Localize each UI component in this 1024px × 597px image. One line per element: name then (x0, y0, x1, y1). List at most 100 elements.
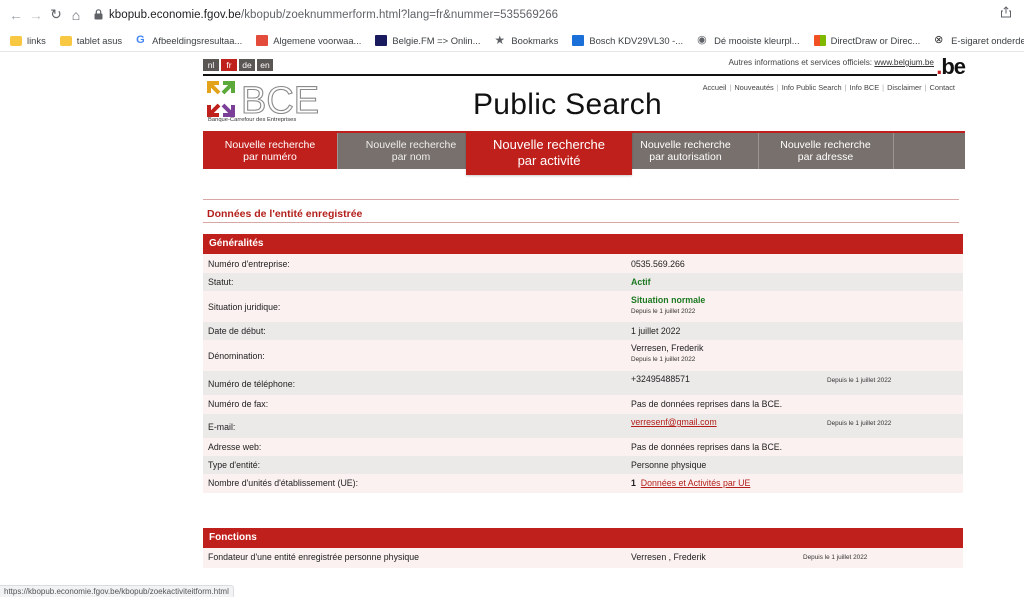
tab-par-autorisation[interactable]: Nouvelle recherche par autorisation (623, 135, 748, 167)
search-tabs: Nouvelle recherche par numéro Nouvelle re… (203, 131, 965, 175)
bookmark-label: links (27, 35, 46, 46)
email-link[interactable]: verresenf@gmail.com (631, 417, 717, 427)
table-row: Statut: Actif (203, 273, 963, 291)
star-icon: ★ (494, 33, 506, 47)
row-label: Type d'entité: (208, 460, 261, 470)
enterprise-number: 0535.569.266 (631, 259, 685, 269)
tab-line2: par activité (517, 153, 581, 168)
fax-value: Pas de données reprises dans la BCE. (631, 399, 783, 409)
bookmark-label: DirectDraw or Direc... (830, 35, 921, 46)
units-activities-link[interactable]: Données et Activités par UE (641, 478, 751, 488)
lock-icon[interactable] (94, 9, 103, 21)
share-icon[interactable] (1000, 6, 1012, 20)
tab-par-adresse[interactable]: Nouvelle recherche par adresse (758, 135, 893, 167)
row-label: Numéro d'entreprise: (208, 259, 290, 269)
tab-line2: par numéro (243, 151, 297, 163)
bookmark-e-sigaret[interactable]: ⊗ E-sigaret onderdele... (934, 34, 1024, 47)
table-row: Type d'entité: Personne physique (203, 456, 963, 474)
address-bar[interactable]: kbopub.economie.fgov.be/kbopub/zoeknumme… (109, 9, 558, 21)
microsoft-icon (813, 35, 826, 46)
bosch-icon (572, 35, 585, 46)
start-date-value: 1 juillet 2022 (631, 326, 681, 336)
founder-name: Verresen , Frederik (631, 552, 706, 562)
forward-arrow-icon[interactable]: → (26, 5, 46, 25)
back-arrow-icon[interactable]: ← (6, 5, 26, 25)
bce-logo-text: BCE (241, 81, 319, 119)
tab-line1: Nouvelle recherche (224, 139, 316, 151)
bookmark-algemene-voorwaarden[interactable]: Algemene voorwaa... (256, 35, 361, 46)
reload-icon[interactable]: ↻ (46, 5, 66, 25)
url-host: kbopub.economie.fgov.be (109, 8, 242, 21)
bookmark-tablet-asus[interactable]: tablet asus (59, 35, 123, 46)
bookmark-label: Dé mooiste kleurpl... (714, 35, 800, 46)
section-rule-top (203, 199, 959, 200)
row-label: Date de début: (208, 326, 266, 336)
belgium-link[interactable]: www.belgium.be (874, 58, 934, 67)
link-contact[interactable]: Contact (930, 83, 955, 92)
table-row: Dénomination: Verresen, Frederik Depuis … (203, 340, 963, 371)
row-label: Statut: (208, 277, 234, 287)
tab-line2: par adresse (797, 151, 854, 163)
home-icon[interactable]: ⌂ (66, 5, 86, 25)
section-title: Données de l'entité enregistrée (207, 208, 363, 220)
bookmark-label: Algemene voorwaa... (273, 35, 362, 46)
fonctions-header: Fonctions (203, 528, 963, 548)
official-info: Autres informations et services officiel… (728, 58, 934, 67)
bookmark-belgie-fm[interactable]: Belgie.FM => Onlin... (375, 35, 480, 46)
tab-par-numero[interactable]: Nouvelle recherche par numéro (203, 133, 337, 169)
table-row: Adresse web: Pas de données reprises dan… (203, 438, 963, 456)
folder-icon (59, 35, 72, 46)
top-links: Accueil | Nouveautés | Info Public Search | In… (702, 83, 955, 92)
ecig-icon: ⊗ (934, 34, 944, 46)
lang-en[interactable]: en (257, 59, 273, 71)
bce-logo-mark: BCE (207, 79, 320, 123)
bookmark-label: Bookmarks (511, 35, 559, 46)
belgium-logo[interactable]: .be (936, 56, 966, 78)
language-switcher: nl fr de en (203, 59, 273, 71)
link-info-public-search[interactable]: Info Public Search (782, 83, 842, 92)
table-row: Numéro d'entreprise: 0535.569.266 (203, 254, 963, 273)
link-disclaimer[interactable]: Disclaimer (887, 83, 922, 92)
table-row: Fondateur d'une entité enregistrée perso… (203, 548, 963, 568)
tab-line1: Nouvelle recherche (640, 139, 731, 151)
table-row: Numéro de fax: Pas de données reprises d… (203, 395, 963, 414)
lang-de[interactable]: de (239, 59, 255, 71)
legal-situation-since: Depuis le 1 juillet 2022 (631, 308, 696, 315)
table-row: Nombre d'unités d'établissement (UE): 1 … (203, 474, 963, 493)
bookmark-label: tablet asus (76, 35, 123, 46)
row-label: Numéro de téléphone: (208, 379, 296, 389)
row-label: E-mail: (208, 422, 236, 432)
pdf-icon (256, 35, 269, 46)
bookmark-label: Belgie.FM => Onlin... (392, 35, 481, 46)
tab-par-nom[interactable]: Nouvelle recherche par nom (346, 135, 476, 167)
establishment-units-value: 1 Données et Activités par UE (631, 478, 750, 488)
bookmark-afbeeldingsresultaat[interactable]: G Afbeeldingsresultaa... (136, 34, 242, 47)
bookmark-links[interactable]: links (10, 35, 46, 46)
link-info-bce[interactable]: Info BCE (850, 83, 880, 92)
tab-line2: par nom (391, 151, 431, 163)
row-label: Situation juridique: (208, 302, 281, 312)
establishment-count: 1 (631, 478, 636, 488)
fm-icon (375, 35, 388, 46)
table-row: Numéro de téléphone: +32495488571 Depuis… (203, 371, 963, 395)
lang-nl[interactable]: nl (203, 59, 219, 71)
tab-par-activite[interactable]: Nouvelle recherche par activité (466, 131, 632, 175)
generalites-header: Généralités (203, 234, 963, 254)
link-nouveautes[interactable]: Nouveautés (734, 83, 773, 92)
status-bar-url: https://kbopub.economie.fgov.be/kbopub/z… (0, 585, 234, 597)
table-row: E-mail: verresenf@gmail.com Depuis le 1 … (203, 414, 963, 438)
url-path: /kbopub/zoeknummerform.html?lang=fr&numm… (241, 8, 559, 21)
link-accueil[interactable]: Accueil (703, 83, 727, 92)
tab-divider (337, 133, 338, 169)
fonctions-table: Fondateur d'une entité enregistrée perso… (203, 548, 963, 568)
bookmark-bosch[interactable]: Bosch KDV29VL30 -... (572, 35, 683, 46)
bookmark-directdraw[interactable]: DirectDraw or Direc... (813, 35, 921, 46)
bookmark-bookmarks[interactable]: ★ Bookmarks (494, 33, 559, 47)
google-icon: G (136, 34, 145, 46)
bookmark-kleurplaten[interactable]: ◉ Dé mooiste kleurpl... (697, 35, 800, 47)
section-rule (203, 222, 959, 223)
tab-line1: Nouvelle recherche (780, 139, 871, 151)
lang-fr[interactable]: fr (221, 59, 237, 71)
founder-since: Depuis le 1 juillet 2022 (803, 554, 868, 561)
row-label: Numéro de fax: (208, 399, 269, 409)
